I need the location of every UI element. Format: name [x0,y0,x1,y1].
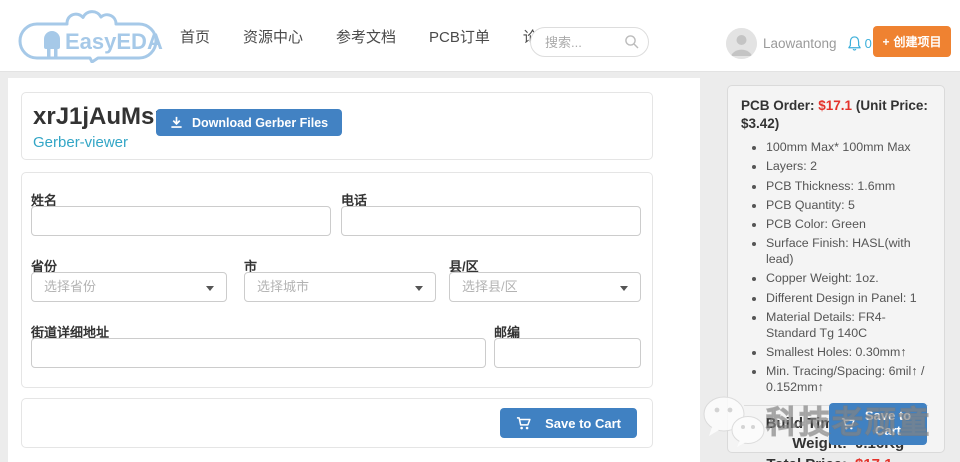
save-to-cart-button[interactable]: Save to Cart [500,408,637,438]
username[interactable]: Laowantong [763,36,837,51]
download-gerber-button[interactable]: Download Gerber Files [156,109,342,136]
spec-item: Different Design in Panel: 1 [766,291,931,307]
user-icon [726,28,757,59]
address-form-card: 姓名 电话 省份 选择省份 市 选择城市 县/区 选择县/区 街道详细地址 邮编 [21,172,653,388]
order-price: $17.1 [818,98,852,113]
search-icon[interactable] [624,34,640,50]
order-title-prefix: PCB Order: [741,98,815,113]
total-price-value: $17.1 [855,455,929,462]
top-header: EasyEDA 首页 资源中心 参考文档 PCB订单 论坛 Laowantong… [0,0,960,72]
spec-item: Layers: 2 [766,159,931,175]
project-card: xrJ1jAuMsm Download Gerber Files Gerber-… [21,92,653,160]
sidebar-save-to-cart-button[interactable]: Save to Cart [829,403,927,445]
cart-icon [516,416,531,431]
main-content: xrJ1jAuMsm Download Gerber Files Gerber-… [8,78,700,462]
total-price-row: Total Price: $17.1 [741,455,929,462]
sidebar-save-to-cart-label: Save to Cart [861,409,915,439]
zip-field[interactable] [494,338,641,368]
create-project-button[interactable]: + 创建项目 [873,26,951,57]
city-select-value: 选择城市 [257,279,309,294]
spec-item: Material Details: FR4-Standard Tg 140C [766,310,931,342]
district-select[interactable]: 选择县/区 [449,272,641,302]
spec-item: 100mm Max* 100mm Max [766,140,931,156]
name-field[interactable] [31,206,331,236]
download-icon [170,116,183,129]
cart-icon [841,417,855,431]
total-price-label: Total Price: [741,455,847,462]
nav-item-pcb-order[interactable]: PCB订单 [429,26,490,47]
avatar[interactable] [726,28,757,59]
order-summary-title: PCB Order: $17.1 (Unit Price: $3.42) [741,97,931,132]
create-project-label: 创建项目 [894,33,942,50]
spec-item: Copper Weight: 1oz. [766,271,931,287]
download-gerber-label: Download Gerber Files [192,116,328,130]
bell-icon[interactable] [847,35,862,52]
nav-item-home[interactable]: 首页 [180,26,210,47]
svg-text:EasyEDA: EasyEDA [65,29,163,54]
province-select[interactable]: 选择省份 [31,272,227,302]
chevron-down-icon [620,286,628,291]
spec-item: Smallest Holes: 0.30mm↑ [766,345,931,361]
spec-item: PCB Thickness: 1.6mm [766,179,931,195]
gerber-viewer-link[interactable]: Gerber-viewer [33,134,128,151]
user-area: Laowantong 0 [726,27,872,59]
chevron-down-icon [206,286,214,291]
phone-field[interactable] [341,206,641,236]
spec-list: 100mm Max* 100mm Max Layers: 2 PCB Thick… [741,140,931,396]
save-card: Save to Cart [21,398,653,448]
notification-count[interactable]: 0 [865,36,872,51]
street-field[interactable] [31,338,486,368]
main-nav: 首页 资源中心 参考文档 PCB订单 论坛 [180,0,553,72]
pcb-order-summary: PCB Order: $17.1 (Unit Price: $3.42) 100… [727,85,945,453]
spec-item: PCB Quantity: 5 [766,198,931,214]
spec-item: PCB Color: Green [766,217,931,233]
city-select[interactable]: 选择城市 [244,272,436,302]
save-to-cart-label: Save to Cart [545,416,621,431]
plug-icon [44,31,60,49]
spec-item: Min. Tracing/Spacing: 6mil↑ / 0.152mm↑ [766,364,931,396]
chevron-down-icon [415,286,423,291]
spec-item: Surface Finish: HASL(with lead) [766,236,931,268]
nav-item-resources[interactable]: 资源中心 [243,26,303,47]
project-title: xrJ1jAuMsm [33,103,176,131]
search-box [530,27,649,57]
province-select-value: 选择省份 [44,279,96,294]
district-select-value: 选择县/区 [462,279,518,294]
plus-icon: + [882,35,889,49]
nav-item-docs[interactable]: 参考文档 [336,26,396,47]
easyeda-logo[interactable]: EasyEDA [12,9,164,63]
